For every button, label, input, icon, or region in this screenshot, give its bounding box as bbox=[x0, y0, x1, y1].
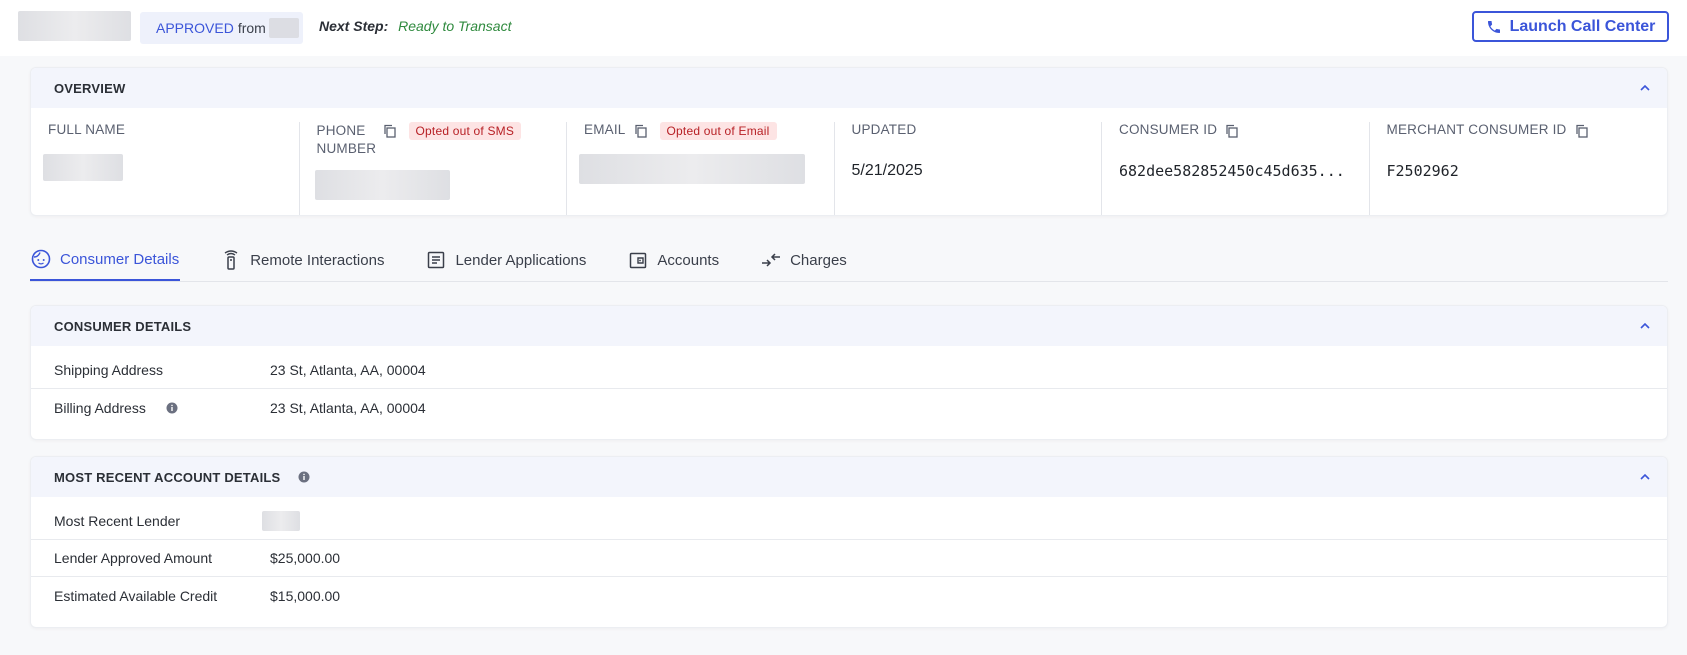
launch-call-center-button[interactable]: Launch Call Center bbox=[1472, 11, 1669, 42]
exchange-icon bbox=[762, 253, 781, 267]
recent-account-title: MOST RECENT ACCOUNT DETAILS bbox=[54, 469, 281, 485]
status-pill: APPROVED from bbox=[140, 12, 303, 44]
copy-icon[interactable] bbox=[1225, 124, 1239, 138]
billing-address-key: Billing Address bbox=[54, 400, 270, 416]
tab-bar: Consumer Details Remote Interactions Len… bbox=[30, 239, 1668, 282]
consumer-id-value: 682dee582852450c45d635... bbox=[1119, 162, 1345, 180]
redacted-lender-name bbox=[262, 511, 300, 531]
tab-label: Consumer Details bbox=[60, 250, 180, 268]
copy-icon[interactable] bbox=[383, 124, 397, 138]
merchant-consumer-id-label: MERCHANT CONSUMER ID bbox=[1386, 122, 1567, 137]
launch-call-center-label: Launch Call Center bbox=[1509, 17, 1656, 35]
full-name-label: FULL NAME bbox=[48, 122, 126, 137]
consumer-id-field: CONSUMER ID 682dee582852450c45d635... bbox=[1101, 122, 1369, 215]
lender-approved-amount-value: $25,000.00 bbox=[270, 550, 341, 566]
status-from-label: from bbox=[237, 20, 266, 36]
tab-accounts[interactable]: Accounts bbox=[627, 239, 720, 281]
detail-row: Shipping Address 23 St, Atlanta, AA, 000… bbox=[31, 352, 1667, 389]
detail-row: Lender Approved Amount $25,000.00 bbox=[31, 540, 1667, 577]
top-bar: APPROVED from Next Step: Ready to Transa… bbox=[0, 0, 1687, 56]
remote-icon bbox=[224, 250, 238, 270]
tab-label: Charges bbox=[790, 251, 847, 269]
estimated-available-credit-label: Estimated Available Credit bbox=[54, 587, 218, 604]
redacted-full-name bbox=[43, 154, 123, 181]
email-opt-out-badge: Opted out of Email bbox=[659, 122, 777, 140]
updated-value: 5/21/2025 bbox=[851, 162, 923, 179]
overview-card: OVERVIEW FULL NAME PHONE NUMBER Opted ou… bbox=[30, 67, 1668, 216]
consumer-id-label: CONSUMER ID bbox=[1119, 122, 1218, 137]
updated-field: UPDATED 5/21/2025 bbox=[833, 122, 1102, 215]
tab-charges[interactable]: Charges bbox=[760, 239, 848, 281]
document-icon bbox=[428, 251, 445, 269]
redacted-consumer-name bbox=[18, 11, 131, 41]
face-icon bbox=[31, 249, 51, 269]
lender-approved-amount-label: Lender Approved Amount bbox=[54, 550, 213, 566]
merchant-consumer-id-value: F2502962 bbox=[1386, 162, 1459, 180]
consumer-details-card: CONSUMER DETAILS Shipping Address 23 St,… bbox=[30, 305, 1668, 440]
next-step-value: Ready to Transact bbox=[398, 18, 512, 34]
shipping-address-label: Shipping Address bbox=[54, 362, 163, 378]
copy-icon[interactable] bbox=[634, 124, 648, 138]
redacted-phone bbox=[314, 170, 450, 200]
phone-label: PHONE NUMBER bbox=[316, 123, 377, 156]
status-label: APPROVED bbox=[156, 20, 234, 36]
detail-row: Billing Address 23 St, Atlanta, AA, 0000… bbox=[31, 389, 1667, 426]
tab-label: Remote Interactions bbox=[250, 251, 385, 269]
next-step-label: Next Step: bbox=[319, 18, 389, 34]
tab-consumer-details[interactable]: Consumer Details bbox=[30, 239, 181, 281]
copy-icon[interactable] bbox=[1575, 124, 1589, 138]
redacted-email bbox=[579, 154, 805, 184]
estimated-available-credit-value: $15,000.00 bbox=[270, 587, 341, 604]
updated-label: UPDATED bbox=[851, 122, 917, 137]
tab-remote-interactions[interactable]: Remote Interactions bbox=[220, 239, 385, 281]
next-step: Next Step: Ready to Transact bbox=[319, 18, 511, 34]
recent-account-card: MOST RECENT ACCOUNT DETAILS Most Recent … bbox=[30, 456, 1668, 628]
phone-field: PHONE NUMBER Opted out of SMS bbox=[298, 122, 567, 215]
chevron-up-icon[interactable] bbox=[1639, 471, 1651, 483]
merchant-consumer-id-field: MERCHANT CONSUMER ID F2502962 bbox=[1368, 122, 1637, 215]
consumer-details-header[interactable]: CONSUMER DETAILS bbox=[31, 306, 1667, 346]
most-recent-lender-label: Most Recent Lender bbox=[54, 513, 181, 529]
tab-label: Lender Applications bbox=[455, 251, 587, 269]
full-name-field: FULL NAME bbox=[31, 122, 299, 215]
info-icon[interactable] bbox=[166, 402, 178, 414]
consumer-details-title: CONSUMER DETAILS bbox=[54, 318, 192, 334]
chevron-up-icon[interactable] bbox=[1639, 82, 1651, 94]
chevron-up-icon[interactable] bbox=[1639, 320, 1651, 332]
info-icon[interactable] bbox=[298, 471, 310, 483]
email-label: EMAIL bbox=[584, 122, 626, 137]
detail-row: Most Recent Lender bbox=[31, 503, 1667, 540]
overview-title: OVERVIEW bbox=[54, 80, 126, 96]
phone-icon bbox=[1487, 20, 1500, 33]
tab-label: Accounts bbox=[657, 251, 720, 269]
redacted-lender bbox=[268, 18, 299, 38]
billing-address-value: 23 St, Atlanta, AA, 00004 bbox=[270, 399, 426, 416]
detail-row: Estimated Available Credit $15,000.00 bbox=[31, 577, 1667, 614]
shipping-address-value: 23 St, Atlanta, AA, 00004 bbox=[270, 362, 426, 378]
tab-lender-applications[interactable]: Lender Applications bbox=[425, 239, 587, 281]
sms-opt-out-badge: Opted out of SMS bbox=[408, 122, 522, 140]
overview-header[interactable]: OVERVIEW bbox=[31, 68, 1667, 108]
recent-account-header[interactable]: MOST RECENT ACCOUNT DETAILS bbox=[31, 457, 1667, 497]
email-field: EMAIL Opted out of Email bbox=[566, 122, 834, 215]
billing-address-label: Billing Address bbox=[54, 399, 146, 416]
wallet-icon bbox=[630, 252, 647, 269]
